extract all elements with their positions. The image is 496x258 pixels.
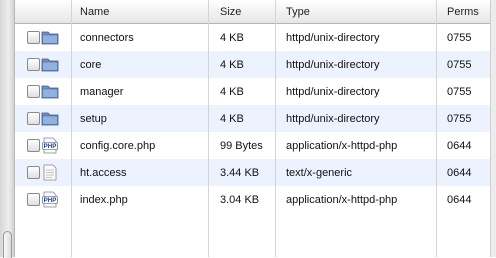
row-checkbox[interactable]: [27, 166, 40, 179]
column-header-perms[interactable]: Perms: [437, 0, 491, 23]
file-type: text/x-generic: [286, 166, 353, 179]
row-checkbox[interactable]: [27, 85, 40, 98]
file-perms[interactable]: 0755: [437, 51, 491, 78]
php-file-icon: PHP: [41, 191, 59, 208]
file-name[interactable]: setup: [72, 105, 207, 132]
row-checkbox[interactable]: [27, 112, 40, 125]
file-perms[interactable]: 0644: [437, 132, 491, 159]
file-perms[interactable]: 0644: [437, 159, 491, 186]
file-size: 4 KB: [220, 112, 244, 125]
column-divider: [436, 0, 437, 257]
file-perms[interactable]: 0755: [437, 78, 491, 105]
folder-icon: [41, 56, 59, 73]
folder-icon: [41, 83, 59, 100]
column-divider: [275, 0, 276, 257]
select-cell: [15, 105, 71, 132]
file-size: 3.04 KB: [220, 193, 260, 206]
php-label: PHP: [44, 197, 57, 204]
file-row[interactable]: PHP config.core.php 99 Bytes application/x-…: [15, 132, 491, 159]
file-size: 4 KB: [220, 85, 244, 98]
file-type: application/x-httpd-php: [286, 193, 398, 206]
file-type: httpd/unix-directory: [286, 58, 380, 71]
column-divider: [71, 0, 72, 257]
select-cell: [15, 51, 71, 78]
file-perms[interactable]: 0644: [437, 186, 491, 213]
file-type: application/x-httpd-php: [286, 139, 398, 152]
column-header-type[interactable]: Type: [277, 0, 435, 23]
column-header-row: Name Size Type Perms: [15, 0, 491, 24]
left-panel-edge: [0, 0, 15, 258]
column-header-size[interactable]: Size: [210, 0, 275, 23]
file-name[interactable]: index.php: [72, 186, 207, 213]
select-cell: PHP: [15, 132, 71, 159]
file-size: 4 KB: [220, 31, 244, 44]
file-name[interactable]: manager: [72, 78, 207, 105]
select-cell: [15, 78, 71, 105]
file-type: httpd/unix-directory: [286, 31, 380, 44]
file-perms[interactable]: 0755: [437, 24, 491, 51]
column-header-name[interactable]: Name: [72, 0, 207, 23]
file-type: httpd/unix-directory: [286, 85, 380, 98]
file-name[interactable]: connectors: [72, 24, 207, 51]
file-row[interactable]: connectors 4 KB httpd/unix-directory 0755: [15, 24, 491, 51]
resize-handle[interactable]: [3, 231, 12, 258]
php-file-icon: PHP: [41, 137, 59, 154]
file-perms[interactable]: 0755: [437, 105, 491, 132]
select-cell: [15, 24, 71, 51]
vertical-scrollbar[interactable]: [490, 0, 496, 257]
column-divider: [208, 0, 209, 257]
file-row[interactable]: ht.access 3.44 KB text/x-generic 0644: [15, 159, 491, 186]
row-checkbox[interactable]: [27, 193, 40, 206]
php-label: PHP: [44, 143, 57, 150]
file-size: 3.44 KB: [220, 166, 260, 179]
file-row[interactable]: setup 4 KB httpd/unix-directory 0755: [15, 105, 491, 132]
select-cell: [15, 159, 71, 186]
text-file-icon: [41, 164, 59, 181]
folder-icon: [41, 29, 59, 46]
file-list: Name Size Type Perms connectors 4 KB httpd…: [15, 0, 491, 257]
file-name[interactable]: ht.access: [72, 159, 207, 186]
file-row[interactable]: core 4 KB httpd/unix-directory 0755: [15, 51, 491, 78]
select-cell: PHP: [15, 186, 71, 213]
row-checkbox[interactable]: [27, 31, 40, 44]
file-rows: connectors 4 KB httpd/unix-directory 0755 co…: [15, 24, 491, 213]
column-header-select[interactable]: [15, 0, 71, 23]
file-row[interactable]: manager 4 KB httpd/unix-directory 0755: [15, 78, 491, 105]
folder-icon: [41, 110, 59, 127]
row-checkbox[interactable]: [27, 58, 40, 71]
row-checkbox[interactable]: [27, 139, 40, 152]
file-name[interactable]: core: [72, 51, 207, 78]
file-size: 99 Bytes: [220, 139, 263, 152]
file-row[interactable]: PHP index.php 3.04 KB application/x-httpd-p…: [15, 186, 491, 213]
file-size: 4 KB: [220, 58, 244, 71]
file-name[interactable]: config.core.php: [72, 132, 207, 159]
file-type: httpd/unix-directory: [286, 112, 380, 125]
